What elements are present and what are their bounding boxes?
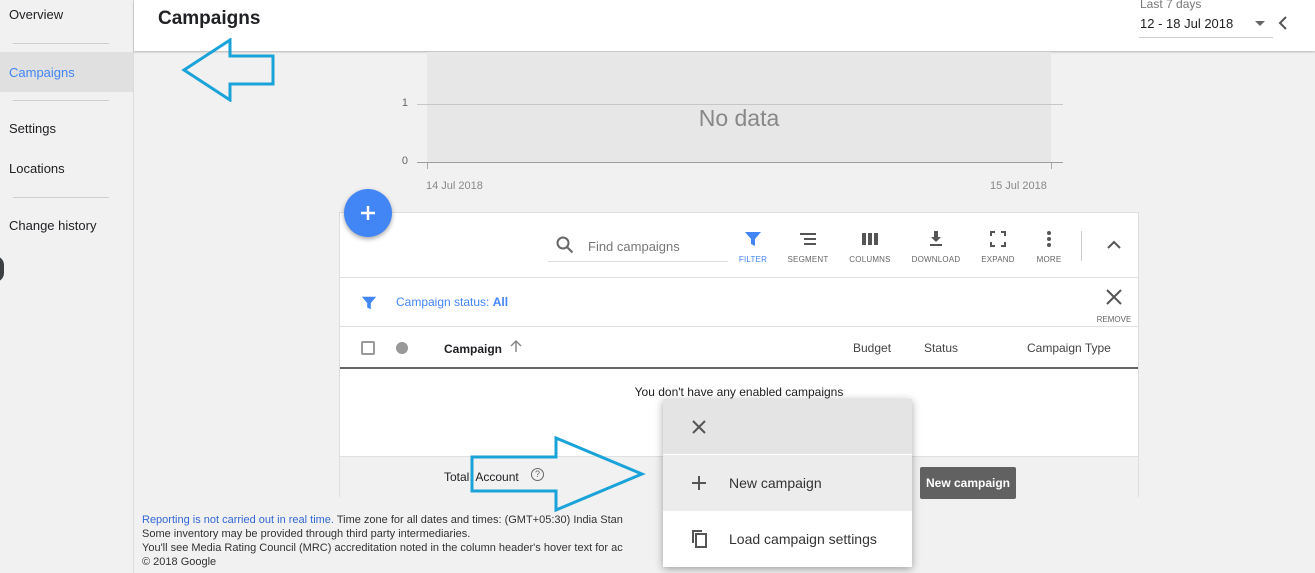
- status-dot-icon: [396, 342, 408, 354]
- filter-label: FILTER: [738, 255, 768, 264]
- download-button[interactable]: DOWNLOAD: [906, 229, 966, 264]
- search-input[interactable]: [588, 236, 726, 256]
- add-campaign-button[interactable]: [344, 189, 392, 237]
- search-box: [548, 232, 728, 262]
- sidebar-divider: [13, 43, 109, 44]
- segment-label: SEGMENT: [787, 255, 829, 264]
- menu-header: [663, 399, 912, 454]
- footer-mrc-text: You'll see Media Rating Council (MRC) ac…: [142, 542, 623, 554]
- page-header: Campaigns Last 7 days 12 - 18 Jul 2018: [134, 0, 1315, 51]
- plus-icon: [692, 476, 706, 490]
- close-icon: [1106, 289, 1122, 305]
- menu-item-label: New campaign: [729, 475, 822, 491]
- table-toolbar: FILTER SEGMENT COLUMNS DOWNLOAD EXPAND M…: [340, 213, 1138, 278]
- sidebar-item-label: Change history: [9, 217, 97, 233]
- x-tick-label: 14 Jul 2018: [426, 180, 483, 192]
- columns-button[interactable]: COLUMNS: [840, 229, 900, 264]
- columns-label: COLUMNS: [849, 255, 891, 264]
- sidebar-item-label: Settings: [9, 120, 56, 136]
- column-header-campaign[interactable]: Campaign: [444, 342, 502, 356]
- sidebar-item-label: Overview: [9, 6, 64, 22]
- reporting-link[interactable]: Reporting is not carried out in real tim…: [142, 514, 334, 526]
- download-icon: [930, 231, 942, 246]
- new-campaign-menu: New campaign Load campaign settings: [663, 399, 912, 567]
- column-header-budget[interactable]: Budget: [853, 341, 891, 355]
- page-title: Campaigns: [158, 8, 261, 29]
- segment-button[interactable]: SEGMENT: [778, 229, 838, 264]
- filter-chip-value: All: [492, 295, 509, 309]
- sidebar-item-change-history[interactable]: Change history: [0, 205, 133, 245]
- menu-item-new-campaign[interactable]: New campaign: [663, 455, 912, 511]
- filter-icon: [745, 232, 761, 246]
- filter-chip-prefix: Campaign status:: [396, 295, 493, 309]
- toolbar-divider: [1081, 231, 1082, 261]
- copy-icon: [692, 530, 707, 548]
- plus-icon: [361, 206, 375, 220]
- menu-item-label: Load campaign settings: [729, 531, 877, 547]
- annotation-arrow-left-icon: [181, 38, 275, 102]
- filter-chip-row: Campaign status: All REMOVE: [340, 278, 1138, 327]
- sidebar-item-campaigns[interactable]: Campaigns: [0, 52, 133, 92]
- sidebar-divider: [13, 100, 109, 101]
- column-header-campaign-type[interactable]: Campaign Type: [1027, 341, 1111, 355]
- columns-icon: [862, 233, 878, 245]
- page-footer: Reporting is not carried out in real tim…: [142, 513, 662, 569]
- more-button[interactable]: MORE: [1019, 229, 1079, 264]
- download-label: DOWNLOAD: [911, 255, 961, 264]
- sidebar-item-locations[interactable]: Locations: [0, 148, 133, 188]
- more-vert-icon: [1047, 231, 1051, 247]
- expand-icon: [990, 231, 1006, 247]
- remove-label: REMOVE: [1096, 315, 1132, 324]
- filter-chip[interactable]: Campaign status: All: [396, 295, 508, 309]
- sidebar-item-label: Campaigns: [9, 64, 75, 80]
- sidebar-item-overview[interactable]: Overview: [0, 0, 133, 34]
- sidebar-item-settings[interactable]: Settings: [0, 108, 133, 148]
- close-icon[interactable]: [689, 417, 709, 437]
- date-range-label: Last 7 days: [1140, 0, 1202, 11]
- tooltip: New campaign: [920, 467, 1016, 499]
- sidebar-divider: [13, 197, 109, 198]
- table-header-row: Campaign Budget Status Campaign Type: [340, 327, 1138, 369]
- no-data-message: No data: [698, 105, 780, 131]
- chevron-left-icon[interactable]: [1277, 14, 1289, 37]
- x-tick-mark: [427, 163, 428, 169]
- chevron-down-icon[interactable]: [1255, 21, 1265, 26]
- more-label: MORE: [1036, 255, 1062, 264]
- arrow-up-icon[interactable]: [510, 339, 522, 353]
- empty-table-message: You don't have any enabled campaigns: [634, 385, 844, 399]
- x-tick-mark: [1051, 163, 1052, 169]
- x-tick-label: 15 Jul 2018: [990, 180, 1047, 192]
- sidebar-toggle-handle[interactable]: [0, 256, 4, 282]
- search-icon: [556, 236, 574, 254]
- chart-x-axis: [417, 162, 1063, 163]
- chevron-up-icon[interactable]: [1104, 235, 1124, 255]
- annotation-arrow-right-icon: [470, 435, 646, 513]
- filter-button[interactable]: FILTER: [723, 229, 783, 264]
- footer-inventory-text: Some inventory may be provided through t…: [142, 528, 471, 540]
- y-tick-label: 1: [401, 97, 408, 109]
- sidebar-item-label: Locations: [9, 160, 65, 176]
- column-header-status[interactable]: Status: [924, 341, 958, 355]
- footer-timezone-text: Time zone for all dates and times: (GMT+…: [333, 514, 623, 526]
- sidebar: Overview Campaigns Settings Locations Ch…: [0, 0, 134, 573]
- menu-item-load-campaign-settings[interactable]: Load campaign settings: [663, 511, 912, 567]
- remove-filter-button[interactable]: REMOVE: [1096, 288, 1132, 324]
- select-all-checkbox[interactable]: [361, 341, 375, 355]
- filter-icon: [361, 296, 377, 310]
- segment-icon: [800, 233, 816, 245]
- footer-copyright: © 2018 Google: [142, 556, 217, 568]
- y-tick-label: 0: [401, 155, 408, 167]
- date-range-select[interactable]: 12 - 18 Jul 2018: [1139, 14, 1273, 38]
